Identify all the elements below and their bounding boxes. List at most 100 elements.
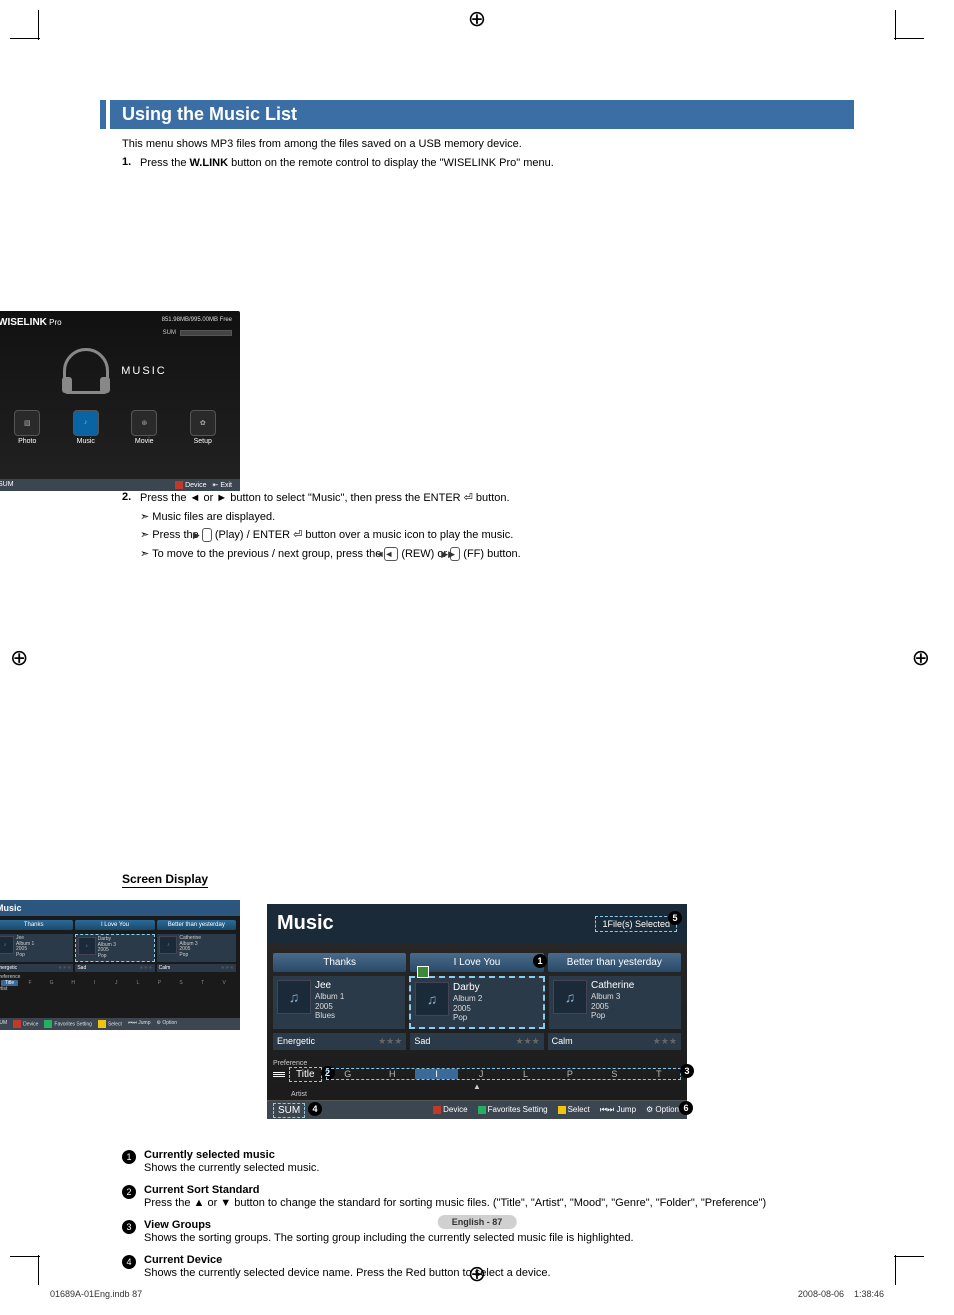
section-title-bar: Using the Music List: [100, 100, 854, 129]
wlink-label: W.LINK: [190, 157, 229, 169]
mood-chip: Sad★★★: [75, 964, 154, 972]
accent-bar: [100, 100, 106, 129]
registration-mark-icon: ⊕: [912, 645, 930, 671]
screen-display-figure: Music 1File(s) Selected 5 Thanks I Love …: [267, 904, 687, 1119]
sub-item: ➣ Music files are displayed.: [140, 510, 560, 525]
genre: Pop: [591, 1011, 634, 1021]
legend-title: Currently selected music: [144, 1149, 319, 1161]
song-name: Darby: [453, 982, 482, 994]
legend-number: 2: [122, 1185, 136, 1199]
step-number: 2.: [122, 491, 140, 562]
screen-display-heading: Screen Display: [122, 872, 208, 888]
legend-title: View Groups: [144, 1219, 634, 1231]
ff-button-icon: ▶▶: [450, 547, 460, 561]
mood-chip: Energetic★★★: [273, 1033, 406, 1050]
rew-button-icon: ◄◄: [384, 547, 398, 561]
group-tab[interactable]: Thanks: [0, 920, 73, 930]
song-name: Jee: [315, 980, 344, 992]
section-title: Using the Music List: [110, 100, 854, 129]
mood-chip: Calm★★★: [548, 1033, 681, 1050]
letter-index[interactable]: FGHIJLPSTV: [20, 980, 234, 986]
music-note-icon: ♪: [78, 937, 96, 955]
genre: Blues: [315, 1011, 344, 1021]
legend-number: 4: [122, 1255, 136, 1269]
music-note-icon: ♫: [553, 980, 587, 1014]
crop-mark: [10, 1256, 40, 1257]
crop-mark: [10, 38, 40, 39]
year: 2005: [591, 1002, 634, 1012]
music-card[interactable]: ♫ CatherineAlbum 32005Pop: [549, 976, 681, 1029]
list-icon: [273, 1072, 285, 1077]
active-letter: I: [415, 1069, 457, 1079]
crop-mark: [894, 38, 924, 39]
text: (Play) / ENTER ⏎ button over a music ico…: [212, 529, 513, 541]
year: 2005: [315, 1002, 344, 1012]
genre: Pop: [179, 953, 201, 959]
sort-label-preference: Preference: [273, 1060, 681, 1067]
mood-chip: Calm★★★: [157, 964, 236, 972]
music-icon: ♪: [73, 410, 99, 436]
mood-chip: Sad★★★: [410, 1033, 543, 1050]
callout-1: 1: [533, 954, 547, 968]
group-tab[interactable]: I Love You: [75, 920, 154, 930]
music-card-selected[interactable]: 1 ♫ DarbyAlbum 22005Pop: [409, 976, 545, 1029]
gear-icon: ✿: [190, 410, 216, 436]
figure-music-list-small: Music Thanks I Love You Better than yest…: [0, 900, 240, 1030]
crop-mark: [38, 10, 39, 40]
group-tab[interactable]: Thanks: [273, 953, 406, 972]
storage-bar: [180, 330, 232, 336]
genre: Pop: [16, 953, 34, 959]
footer-jump: Jump: [138, 1020, 150, 1026]
music-note-icon: ♪: [0, 936, 14, 954]
music-header: Music: [0, 900, 240, 916]
wiselink-title: WISELINK: [0, 317, 47, 328]
group-tab[interactable]: Better than yesterday: [548, 953, 681, 972]
letter-index[interactable]: G H I J L P S T 3: [326, 1068, 681, 1080]
play-button-icon: ▶: [202, 528, 212, 542]
footer-sum: SUM: [0, 1020, 7, 1028]
music-card[interactable]: ♪ CatherineAlbum 32005Pop: [157, 934, 236, 962]
registration-mark-icon: ⊕: [468, 6, 486, 32]
page-number: English - 87: [438, 1215, 517, 1229]
tab-movie[interactable]: ⊛Movie: [122, 410, 166, 445]
legend-number: 3: [122, 1220, 136, 1234]
tab-setup[interactable]: ✿Setup: [181, 410, 225, 445]
text: button on the remote control to display …: [228, 157, 554, 169]
tab-music[interactable]: ♪ Music: [64, 410, 108, 445]
crop-mark: [895, 1255, 896, 1285]
text: Music files are displayed.: [152, 511, 275, 523]
option-hint: ⚙ Option 6: [646, 1105, 679, 1114]
step-2: 2. Press the ◄ or ► button to select "Mu…: [122, 491, 854, 562]
music-card[interactable]: ♪ DarbyAlbum 32005Pop: [75, 934, 156, 962]
legend-number: 1: [122, 1150, 136, 1164]
group-tab[interactable]: Better than yesterday: [157, 920, 236, 930]
storage-free: 851.98MB/995.00MB Free: [162, 317, 232, 328]
movie-icon: ⊛: [131, 410, 157, 436]
legend-title: Current Device: [144, 1254, 551, 1266]
figure-wiselink-menu: WISELINK Pro 851.98MB/995.00MB Free SUM …: [0, 311, 240, 491]
legend: 1 Currently selected music Shows the cur…: [122, 1149, 832, 1279]
sort-title-chip[interactable]: Title 2: [289, 1067, 322, 1082]
tab-label: Music: [77, 438, 95, 445]
text: (FF) button.: [460, 548, 521, 560]
music-card[interactable]: ♫ JeeAlbum 12005Blues: [273, 976, 405, 1029]
footer-fav: Favorites Setting: [488, 1105, 548, 1114]
footer-option: Option: [162, 1020, 177, 1026]
music-card[interactable]: ♪ JeeAlbum 12005Pop: [0, 934, 73, 962]
step-1: 1. Press the W.LINK button on the remote…: [122, 156, 854, 171]
album: Album 2: [453, 994, 482, 1004]
step-body: Press the W.LINK button on the remote co…: [140, 156, 560, 171]
footer-left: 01689A-01Eng.indb 87: [50, 1289, 142, 1299]
group-tab[interactable]: I Love You: [410, 953, 543, 972]
text: To move to the previous / next group, pr…: [152, 548, 384, 560]
legend-desc: Shows the currently selected device name…: [144, 1267, 551, 1279]
footer-device: Device: [185, 482, 206, 489]
text: Press the: [140, 157, 190, 169]
legend-desc: Press the ▲ or ▼ button to change the st…: [144, 1197, 766, 1209]
footer-right: 2008-08-06 1:38:46: [798, 1289, 884, 1299]
callout-6: 6: [679, 1101, 693, 1115]
tab-photo[interactable]: ▧Photo: [5, 410, 49, 445]
legend-desc: Shows the sorting groups. The sorting gr…: [144, 1232, 634, 1244]
footer-fav: Favorites Setting: [54, 1021, 92, 1027]
music-note-icon: ♫: [415, 982, 449, 1016]
